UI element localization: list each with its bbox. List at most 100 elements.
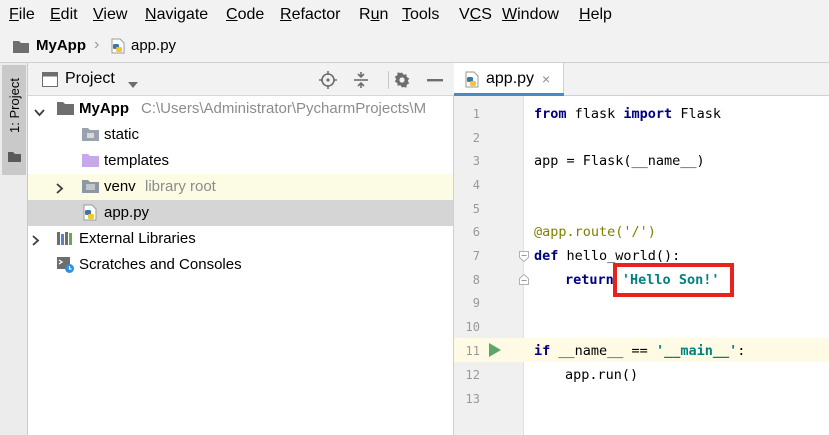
menu-refactor-mnemonic: R [280, 6, 292, 23]
line-number: 12 [465, 368, 480, 382]
collapse-all-icon[interactable] [351, 70, 371, 90]
code-token-text: : [737, 343, 746, 359]
chevron-down-icon[interactable] [34, 104, 45, 121]
menu-code-mnemonic: C [226, 6, 238, 23]
menu-vcs[interactable]: VCS [459, 5, 492, 25]
folder-icon [82, 127, 99, 145]
line-number: 3 [472, 154, 480, 168]
code-token-keyword: return [565, 272, 614, 288]
tree-item-myapp[interactable]: MyApp C:\Users\Administrator\PycharmProj… [28, 96, 453, 122]
menu-view-mnemonic: V [93, 6, 104, 23]
close-icon[interactable]: × [542, 71, 550, 87]
folder-icon [13, 40, 29, 57]
chevron-down-icon[interactable] [128, 76, 138, 93]
tree-item-label: templates [104, 152, 170, 169]
fold-icon[interactable] [519, 272, 529, 289]
menu-window[interactable]: Window [502, 5, 559, 25]
menu-edit-mnemonic: E [50, 6, 61, 23]
tree-item-static[interactable]: static [28, 122, 453, 148]
run-icon[interactable] [489, 343, 501, 361]
tab-label: app.py [486, 70, 535, 87]
scratches-icon [57, 256, 75, 278]
folder-icon [82, 179, 99, 197]
tab-app-py[interactable]: app.py × [454, 63, 564, 96]
tree-item-templates[interactable]: templates [28, 148, 453, 174]
header-divider [388, 71, 389, 89]
tree-item-app-py[interactable]: app.py [28, 200, 453, 226]
breadcrumb-file[interactable]: app.py [131, 37, 176, 54]
line-number: 5 [472, 202, 480, 216]
code-token-keyword: from [534, 106, 567, 122]
code-line-12: app.run() [565, 366, 638, 384]
project-tool-tab-label: 1: Project [6, 77, 22, 133]
menu-edit[interactable]: Edit [50, 5, 78, 25]
tree-item-label: app.py [104, 204, 150, 221]
code-line-11: if __name__ == '__main__': [534, 342, 745, 360]
python-file-icon [110, 38, 126, 58]
highlight-annotation-box [613, 263, 734, 297]
menu-file[interactable]: File [9, 5, 35, 25]
code-token-text: flask [566, 106, 624, 122]
menu-file-rest: ile [18, 6, 35, 23]
menu-bar: File Edit View Navigate Code Refactor Ru… [0, 0, 829, 30]
code-token-decorator: ) [647, 224, 656, 240]
folder-icon [8, 149, 21, 166]
menu-run-rest: n [379, 6, 389, 23]
locate-icon[interactable] [318, 70, 338, 90]
code-line-3: app = Flask(__name__) [534, 152, 705, 170]
menu-tools-mnemonic: T [402, 6, 410, 23]
menu-run[interactable]: Run [359, 5, 388, 25]
code-token-text: app.run() [565, 367, 639, 383]
menu-navigate-mnemonic: N [145, 6, 157, 23]
code-token-text: app = Flask(__name__) [534, 153, 705, 169]
line-number: 7 [472, 249, 480, 263]
breadcrumb: MyApp › app.py [0, 30, 829, 63]
fold-icon[interactable] [519, 249, 529, 266]
breadcrumb-separator: › [94, 36, 100, 53]
breadcrumb-project[interactable]: MyApp [36, 37, 86, 54]
editor-gutter [454, 96, 524, 435]
tree-item-label: static [104, 126, 140, 143]
tree-item-external-libraries[interactable]: External Libraries [28, 226, 453, 252]
line-number: 10 [465, 320, 480, 334]
menu-vcs-mnemonic: C [469, 6, 482, 23]
tree-item-label: venv [104, 178, 136, 195]
templates-folder-icon [82, 153, 99, 171]
external-libraries-icon [57, 231, 75, 249]
menu-refactor[interactable]: Refactor [280, 5, 340, 25]
code-token-decorator-arg: '/' [623, 224, 648, 240]
menu-window-rest: indow [517, 6, 559, 23]
tree-item-label: External Libraries [79, 230, 196, 247]
chevron-right-icon[interactable] [32, 233, 40, 250]
code-token-decorator: @app.route( [534, 224, 624, 240]
tree-item-venv[interactable]: venv library root [28, 174, 453, 200]
menu-view[interactable]: View [93, 5, 127, 25]
gear-icon[interactable] [392, 70, 412, 90]
menu-view-rest: iew [103, 6, 128, 23]
tree-item-scratches[interactable]: Scratches and Consoles [28, 252, 453, 278]
menu-help-rest: elp [590, 6, 612, 23]
menu-edit-rest: dit [60, 6, 78, 23]
menu-tools[interactable]: Tools [402, 5, 439, 25]
code-token-text: __name__ == [550, 343, 656, 359]
code-token-text: Flask [672, 106, 721, 122]
line-number: 13 [465, 392, 480, 406]
project-tool-tab[interactable]: 1: Project [2, 65, 26, 175]
python-file-icon [464, 71, 480, 92]
menu-navigate[interactable]: Navigate [145, 5, 208, 25]
code-line-6: @app.route('/') [534, 223, 656, 241]
editor-tab-bar: app.py × [454, 63, 829, 96]
project-view-icon [42, 72, 58, 91]
tree-item-path: C:\Users\Administrator\PycharmProjects\M [141, 100, 427, 117]
folder-icon [57, 101, 74, 119]
minimize-icon[interactable] [425, 70, 445, 90]
line-number: 1 [472, 107, 480, 121]
menu-code[interactable]: Code [226, 5, 264, 25]
menu-vcs-pre: V [459, 6, 470, 23]
menu-help[interactable]: Help [579, 5, 612, 25]
chevron-right-icon[interactable] [56, 181, 64, 198]
menu-vcs-rest: S [481, 6, 492, 23]
line-number: 2 [472, 131, 480, 145]
project-panel-title[interactable]: Project [65, 70, 115, 88]
line-number: 11 [465, 344, 480, 358]
